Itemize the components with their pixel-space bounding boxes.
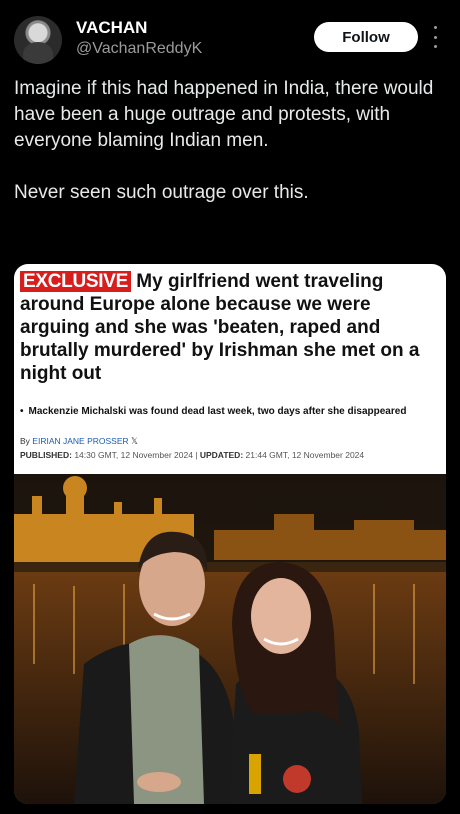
exclusive-badge: EXCLUSIVE — [20, 271, 131, 292]
user-handle[interactable]: @VachanReddyK — [76, 40, 202, 58]
display-name[interactable]: VACHAN — [76, 18, 147, 38]
avatar[interactable] — [14, 16, 62, 64]
article-image[interactable]: EXCLUSIVE My girlfriend went traveling a… — [14, 264, 446, 804]
published-date: 14:30 GMT, 12 November 2024 — [74, 450, 193, 460]
couple-photo — [14, 474, 446, 804]
tweet-paragraph: Imagine if this had happened in India, t… — [14, 78, 434, 151]
updated-date: 21:44 GMT, 12 November 2024 — [245, 450, 365, 460]
photo-illustration — [14, 474, 446, 804]
author-name: EIRIAN JANE PROSSER — [32, 436, 129, 446]
more-options-icon[interactable] — [430, 26, 440, 48]
updated-label: UPDATED: — [199, 450, 244, 460]
follow-button[interactable]: Follow — [314, 22, 418, 52]
byline: By EIRIAN JANE PROSSER 𝕏 — [20, 436, 138, 447]
tweet-text: Imagine if this had happened in India, t… — [14, 76, 446, 206]
article-bullet: Mackenzie Michalski was found dead last … — [20, 406, 440, 417]
article-dates: PUBLISHED: 14:30 GMT, 12 November 2024 |… — [20, 450, 365, 460]
published-label: PUBLISHED: — [20, 450, 72, 460]
byline-prefix: By — [20, 436, 30, 446]
x-logo-icon: 𝕏 — [131, 436, 138, 446]
tweet-header: VACHAN @VachanReddyK Follow — [0, 0, 460, 70]
tweet-paragraph: Never seen such outrage over this. — [14, 182, 309, 203]
article-headline: EXCLUSIVE My girlfriend went traveling a… — [20, 270, 438, 385]
